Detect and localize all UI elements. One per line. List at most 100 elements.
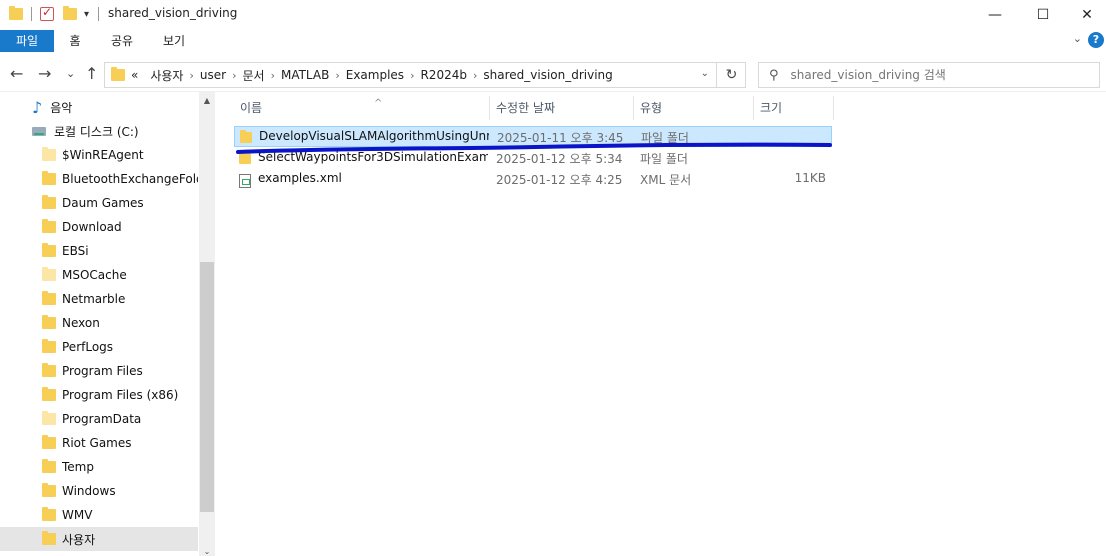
chevron-right-icon[interactable]: › [189,69,193,82]
sidebar-item-programdata[interactable]: ProgramData [0,407,198,431]
address-dropdown-icon[interactable]: ⌄ [701,68,709,79]
breadcrumb-overflow[interactable]: « [131,68,138,82]
file-modified: 2025-01-12 오후 4:25 [496,173,623,187]
close-button[interactable]: ✕ [1064,0,1106,30]
folder-icon [42,387,56,401]
folder-icon [42,531,56,545]
sidebar-item-label: Program Files (x86) [62,388,179,402]
annotation-underline [236,142,832,154]
chevron-right-icon[interactable]: › [473,69,477,82]
sidebar-item-wmv[interactable]: WMV [0,503,198,527]
customize-quick-access-icon[interactable]: ▾ [84,6,89,22]
new-folder-icon[interactable] [63,6,77,22]
minimize-button[interactable]: — [972,0,1018,30]
sidebar-item-label: WMV [62,508,93,522]
sidebar-item-label: MSOCache [62,268,127,282]
back-arrow-icon[interactable]: ← [10,64,23,83]
sidebar-item-label: Netmarble [62,292,126,306]
scroll-down-icon[interactable]: ⌄ [199,547,215,556]
sidebar-item-users[interactable]: 사용자 [0,527,198,551]
music-note-icon: ♪ [32,97,43,117]
breadcrumb-users[interactable]: 사용자 [150,67,183,84]
sidebar-item-program-files-x86[interactable]: Program Files (x86) [0,383,198,407]
help-icon[interactable]: ? [1088,32,1104,48]
properties-check-icon[interactable] [40,5,54,22]
sidebar-item-local-disk[interactable]: 로컬 디스크 (C:) [0,119,198,143]
search-icon: ⚲ [769,67,779,83]
search-input[interactable] [790,68,1091,82]
folder-icon [42,147,56,161]
separator [31,6,32,22]
table-row[interactable]: examples.xml 2025-01-12 오후 4:25 XML 문서 1… [234,169,832,190]
quick-access-folder-icon[interactable] [9,6,23,22]
recent-locations-icon[interactable]: ⌄ [66,67,75,80]
sidebar-item-music[interactable]: ♪ 음악 [0,95,198,119]
column-header-type[interactable]: 유형 [634,96,754,120]
navigation-row: ← → ⌄ ↑ « 사용자 › user › 문서 › MATLAB › Exa… [0,56,1106,92]
column-header-name[interactable]: 이름 ^ [234,96,490,120]
ribbon-tabs: 파일 홈 공유 보기 ⌄ ? [0,30,1106,52]
folder-icon [42,219,56,233]
tab-home[interactable]: 홈 [62,30,88,52]
file-list: 이름 ^ 수정한 날짜 유형 크기 DevelopVisualSLAMAlgor… [216,92,1106,556]
title-bar: ▾ shared_vision_driving — ☐ ✕ [0,0,1106,30]
folder-icon [42,243,56,257]
ribbon-expand-icon[interactable]: ⌄ [1073,32,1082,45]
folder-icon [42,267,56,281]
address-bar[interactable]: « 사용자 › user › 문서 › MATLAB › Examples › … [104,62,746,88]
breadcrumb-documents[interactable]: 문서 [242,67,264,84]
sidebar-item-daum-games[interactable]: Daum Games [0,191,198,215]
sidebar-item-label: 사용자 [62,532,96,547]
folder-icon [42,483,56,497]
up-arrow-icon[interactable]: ↑ [85,64,98,83]
column-header-modified[interactable]: 수정한 날짜 [490,96,634,120]
sidebar-item-label: Daum Games [62,196,144,210]
scroll-up-icon[interactable]: ▲ [199,96,215,105]
chevron-right-icon[interactable]: › [335,69,339,82]
breadcrumb-examples[interactable]: Examples [346,68,404,82]
sidebar-item-windows[interactable]: Windows [0,479,198,503]
navigation-pane: ♪ 음악 로컬 디스크 (C:) $WinREAgent BluetoothEx… [0,92,216,556]
breadcrumb-user[interactable]: user [200,68,226,82]
tab-file[interactable]: 파일 [0,30,54,52]
breadcrumb-matlab[interactable]: MATLAB [281,68,329,82]
sidebar-item-nexon[interactable]: Nexon [0,311,198,335]
maximize-button[interactable]: ☐ [1020,0,1066,30]
sidebar-item-download[interactable]: Download [0,215,198,239]
sidebar-item-label: 로컬 디스크 (C:) [54,124,139,139]
breadcrumb-r2024b[interactable]: R2024b [420,68,467,82]
chevron-right-icon[interactable]: › [232,69,236,82]
chevron-right-icon[interactable]: › [410,69,414,82]
navigation-scrollbar[interactable]: ▲ ⌄ [199,92,215,556]
sidebar-item-ebsi[interactable]: EBSi [0,239,198,263]
breadcrumb-shared-vision-driving[interactable]: shared_vision_driving [483,68,612,82]
sidebar-item-label: Temp [62,460,94,474]
sidebar-item-riot-games[interactable]: Riot Games [0,431,198,455]
sidebar-item-winreagent[interactable]: $WinREAgent [0,143,198,167]
file-name: examples.xml [258,171,342,185]
sidebar-item-program-files[interactable]: Program Files [0,359,198,383]
sidebar-item-label: EBSi [62,244,89,258]
scroll-thumb[interactable] [200,262,214,512]
sidebar-item-netmarble[interactable]: Netmarble [0,287,198,311]
folder-icon [42,363,56,377]
folder-icon [239,151,251,164]
sidebar-item-bluetoothexchangefolder[interactable]: BluetoothExchangeFolder [0,167,198,191]
sidebar-item-label: Program Files [62,364,143,378]
forward-arrow-icon[interactable]: → [38,64,51,83]
folder-icon [42,435,56,449]
sidebar-item-msocache[interactable]: MSOCache [0,263,198,287]
refresh-icon[interactable]: ↻ [716,62,746,88]
folder-icon [42,195,56,209]
sidebar-item-label: ProgramData [62,412,142,426]
search-box[interactable]: ⚲ [758,62,1100,88]
sidebar-item-temp[interactable]: Temp [0,455,198,479]
file-size: 11KB [794,171,826,185]
xml-file-icon [239,174,251,188]
chevron-right-icon[interactable]: › [271,69,275,82]
sidebar-item-label: 음악 [50,100,73,115]
tab-share[interactable]: 공유 [104,30,140,52]
column-header-size[interactable]: 크기 [754,96,834,120]
tab-view[interactable]: 보기 [156,30,192,52]
sidebar-item-perflogs[interactable]: PerfLogs [0,335,198,359]
